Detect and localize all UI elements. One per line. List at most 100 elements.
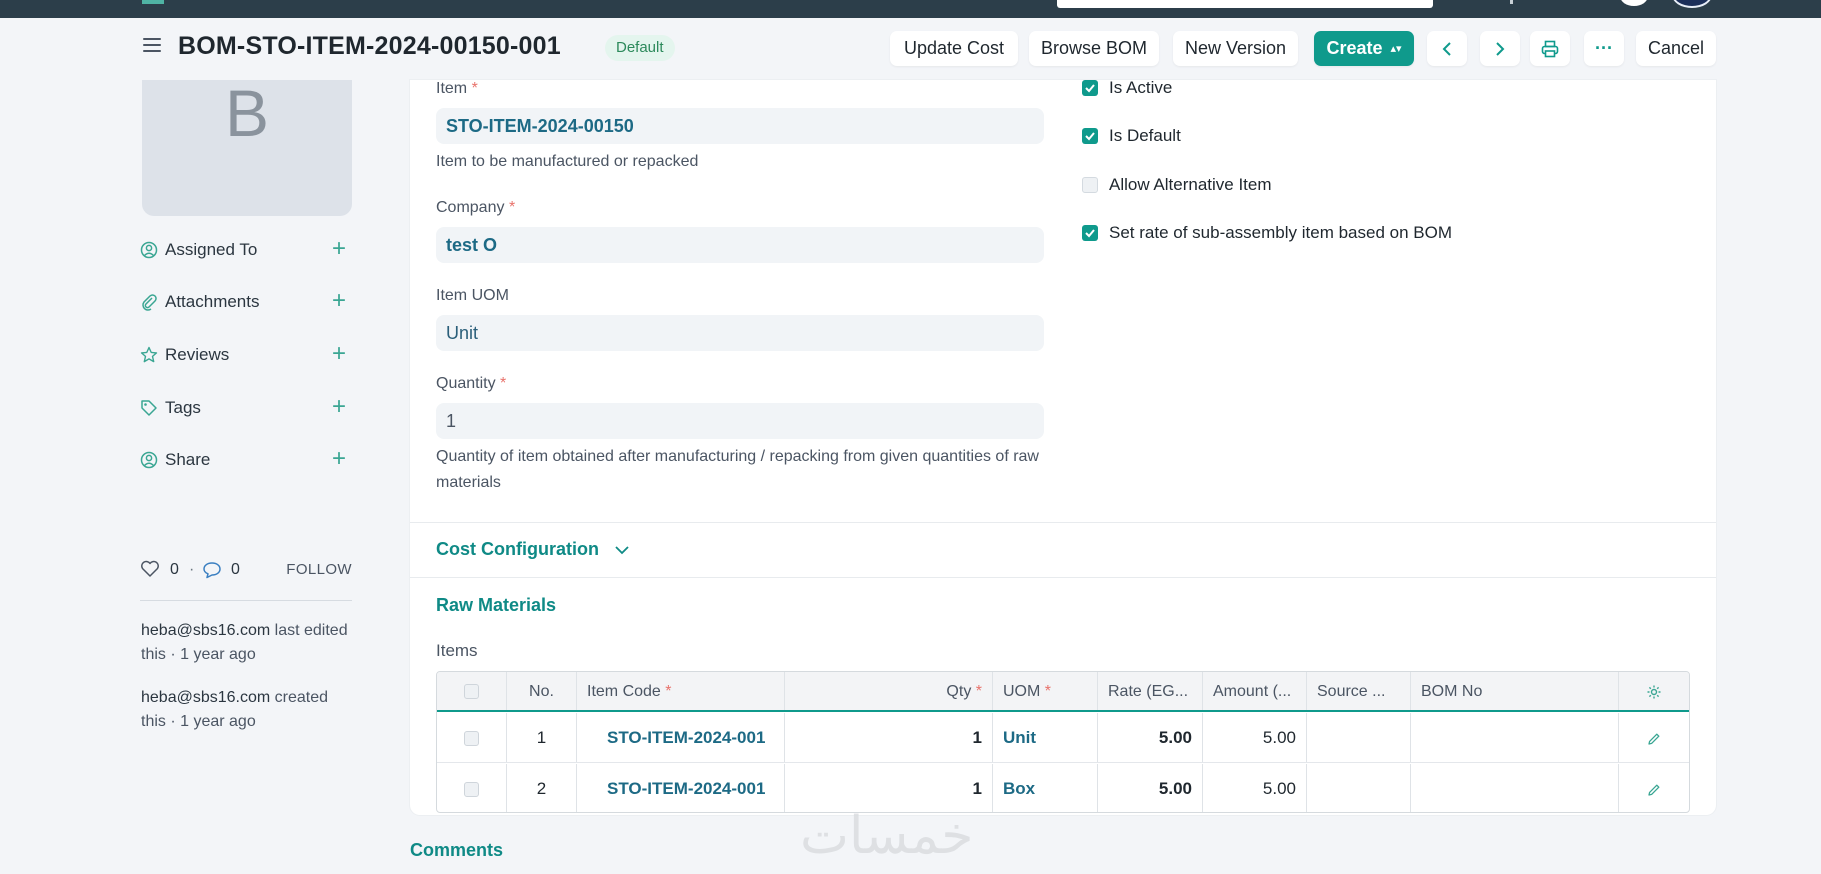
heart-icon[interactable] <box>140 560 160 578</box>
create-button[interactable]: Create ▴▾ <box>1314 31 1414 66</box>
sidebar-item-attachments[interactable]: Attachments + <box>140 289 352 314</box>
gear-icon <box>1647 685 1661 699</box>
row-rate[interactable]: 5.00 <box>1098 764 1203 812</box>
section-divider <box>410 522 1716 523</box>
chevron-left-icon <box>1442 41 1451 56</box>
col-header-qty: Qty * <box>785 672 993 710</box>
more-actions-button[interactable]: ··· <box>1584 31 1624 66</box>
row-no: 2 <box>507 764 577 812</box>
add-icon[interactable]: + <box>332 342 346 366</box>
add-icon[interactable]: + <box>332 395 346 419</box>
new-version-button[interactable]: New Version <box>1173 31 1298 66</box>
sidebar-item-assigned-to[interactable]: Assigned To + <box>140 237 352 262</box>
user-avatar[interactable] <box>1620 0 1648 6</box>
sidebar-item-label: Share <box>165 450 211 469</box>
row-checkbox-cell <box>437 713 507 762</box>
row-rate[interactable]: 5.00 <box>1098 713 1203 762</box>
item-field-label: Item * <box>436 80 478 97</box>
chevron-down-icon <box>615 546 629 555</box>
next-doc-button[interactable] <box>1480 31 1520 66</box>
checkbox-checked-icon[interactable] <box>1082 225 1098 241</box>
checkbox-label: Allow Alternative Item <box>1109 175 1272 194</box>
row-bom-no[interactable] <box>1411 713 1619 762</box>
sidebar-item-share[interactable]: Share + <box>140 447 352 472</box>
company-logo[interactable] <box>1672 0 1712 8</box>
like-count: 0 <box>170 561 179 578</box>
company-field-label: Company * <box>436 199 516 216</box>
sidebar-item-label: Assigned To <box>165 240 258 259</box>
row-amount: 5.00 <box>1203 713 1307 762</box>
row-checkbox[interactable] <box>464 782 479 798</box>
row-bom-no[interactable] <box>1411 764 1619 812</box>
item-uom-field-label: Item UOM <box>436 287 509 304</box>
update-cost-button[interactable]: Update Cost <box>890 31 1018 66</box>
row-checkbox[interactable] <box>464 731 479 747</box>
notification-indicator[interactable] <box>1510 0 1513 4</box>
checkbox-label: Is Default <box>1109 126 1181 145</box>
pencil-icon <box>1648 733 1660 745</box>
col-header-item-code: Item Code * <box>577 672 785 710</box>
separator-dot: · <box>189 561 195 578</box>
pencil-icon <box>1648 784 1660 796</box>
item-field[interactable]: STO-ITEM-2024-00150 <box>436 108 1044 144</box>
cost-configuration-section-toggle[interactable]: Cost Configuration <box>436 539 630 560</box>
item-field-help: Item to be manufactured or repacked <box>436 153 699 170</box>
add-icon[interactable]: + <box>332 447 346 471</box>
quantity-field-help: Quantity of item obtained after manufact… <box>436 448 1039 491</box>
row-source[interactable] <box>1307 764 1411 812</box>
checkbox-checked-icon[interactable] <box>1082 80 1098 96</box>
cancel-button[interactable]: Cancel <box>1636 31 1716 66</box>
col-header-uom: UOM * <box>993 672 1098 710</box>
row-item-code[interactable]: STO-ITEM-2024-001 <box>577 764 785 812</box>
activity-user[interactable]: heba@sbs16.com <box>141 622 270 639</box>
comment-icon[interactable] <box>202 561 222 579</box>
activity-user[interactable]: heba@sbs16.com <box>141 689 270 706</box>
print-button[interactable] <box>1530 31 1570 66</box>
follow-button[interactable]: FOLLOW <box>286 561 352 578</box>
table-row[interactable]: 2 STO-ITEM-2024-001 1 Box 5.00 5.00 <box>437 764 1689 812</box>
table-row[interactable]: 1 STO-ITEM-2024-001 1 Unit 5.00 5.00 <box>437 713 1689 763</box>
add-icon[interactable]: + <box>332 237 346 261</box>
quantity-field[interactable]: 1 <box>436 403 1044 439</box>
add-icon[interactable]: + <box>332 289 346 313</box>
row-edit-button[interactable] <box>1619 713 1689 762</box>
app-logo[interactable] <box>142 0 164 4</box>
item-uom-field[interactable]: Unit <box>436 315 1044 351</box>
section-divider <box>410 577 1716 578</box>
sidebar-toggle-icon[interactable] <box>143 38 161 52</box>
company-field[interactable]: test O <box>436 227 1044 263</box>
row-uom[interactable]: Unit <box>993 713 1098 762</box>
comment-count: 0 <box>231 561 240 578</box>
row-edit-button[interactable] <box>1619 764 1689 812</box>
row-qty[interactable]: 1 <box>785 713 993 762</box>
sidebar-item-label: Reviews <box>165 345 230 364</box>
row-item-code[interactable]: STO-ITEM-2024-001 <box>577 713 785 762</box>
document-image-placeholder: B <box>142 80 352 216</box>
browse-bom-button[interactable]: Browse BOM <box>1029 31 1159 66</box>
row-uom[interactable]: Box <box>993 764 1098 812</box>
items-table: No. Item Code * Qty * UOM * Rate (EG... … <box>436 671 1690 813</box>
checkbox-label: Set rate of sub-assembly item based on B… <box>1109 223 1452 242</box>
col-header-source: Source ... <box>1307 672 1411 710</box>
row-source[interactable] <box>1307 713 1411 762</box>
row-amount: 5.00 <box>1203 764 1307 812</box>
star-icon <box>140 346 158 363</box>
checkbox-unchecked-icon[interactable] <box>1082 177 1098 193</box>
sidebar-divider <box>140 600 352 601</box>
search-bar[interactable] <box>1057 0 1433 8</box>
items-table-label: Items <box>436 641 478 660</box>
page-title: BOM-STO-ITEM-2024-00150-001 <box>178 32 561 60</box>
avatar-letter: B <box>224 76 270 150</box>
sidebar-item-reviews[interactable]: Reviews + <box>140 342 352 367</box>
activity-item: heba@sbs16.com created this · 1 year ago <box>141 686 351 734</box>
checkbox-checked-icon[interactable] <box>1082 128 1098 144</box>
select-all-checkbox[interactable] <box>464 684 479 700</box>
printer-icon <box>1541 40 1559 57</box>
chevron-right-icon <box>1496 41 1505 56</box>
share-icon <box>140 451 158 469</box>
col-header-rate: Rate (EG... <box>1098 672 1203 710</box>
sidebar-item-tags[interactable]: Tags + <box>140 395 352 420</box>
column-settings-button[interactable] <box>1619 672 1689 710</box>
assign-icon <box>140 241 158 259</box>
previous-doc-button[interactable] <box>1427 31 1467 66</box>
